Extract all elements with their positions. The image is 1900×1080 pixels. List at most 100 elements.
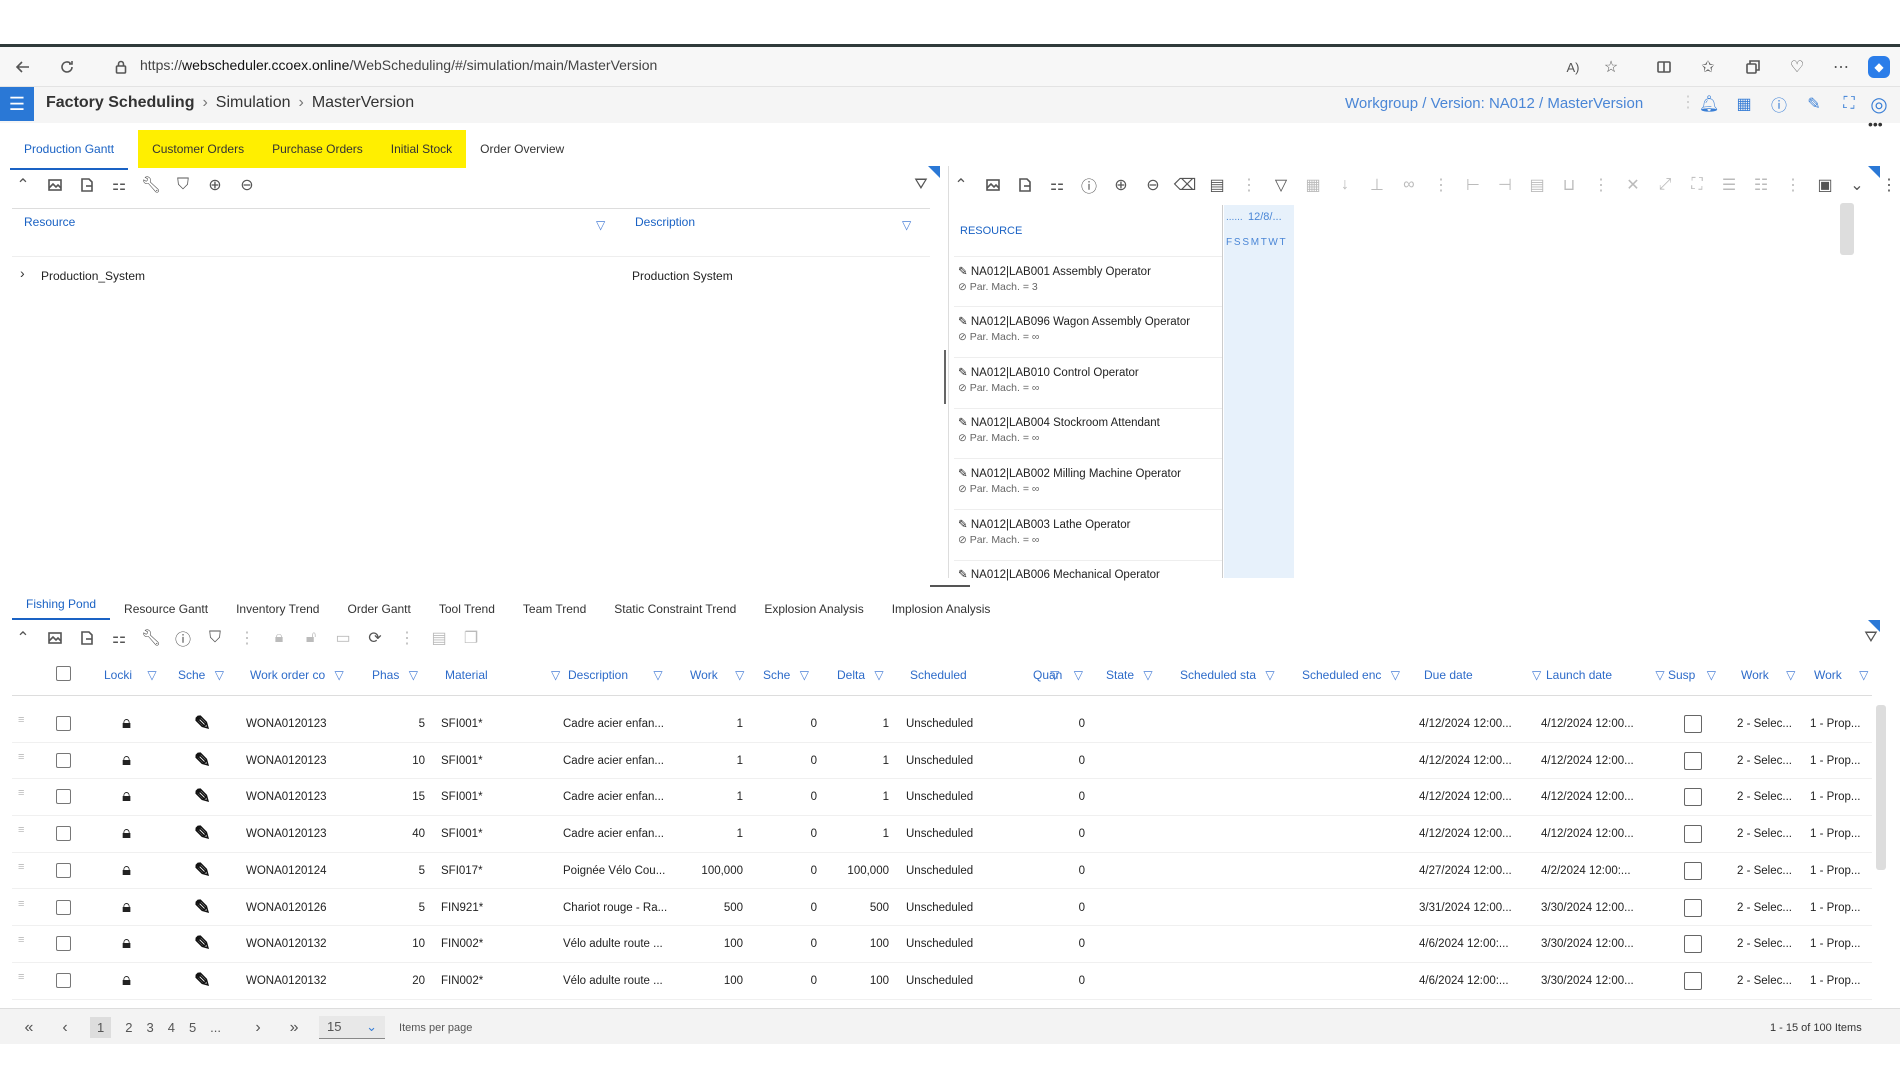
bell-icon[interactable]: 🔔︎ <box>1698 93 1720 115</box>
split-screen-icon[interactable] <box>1653 56 1675 78</box>
image-export-icon[interactable] <box>44 627 66 649</box>
page-2[interactable]: 2 <box>125 1020 132 1035</box>
tab-tool-trend[interactable]: Tool Trend <box>425 590 509 628</box>
chevron-right-icon[interactable]: › <box>20 265 25 281</box>
hierarchy-icon[interactable]: ⚏ <box>108 627 130 649</box>
edit-pencil-icon[interactable]: ✎ <box>194 821 211 846</box>
drag-handle-icon[interactable]: ≡ <box>18 751 24 763</box>
copy-icon[interactable]: ❐ <box>460 627 482 649</box>
suspend-checkbox[interactable] <box>1684 751 1702 770</box>
calendar-icon[interactable]: ▤ <box>428 627 450 649</box>
col-launch-date-header[interactable]: Launch date ▽ <box>1546 668 1665 682</box>
hierarchy-icon[interactable]: ⚏ <box>1046 174 1068 196</box>
tab-inventory-trend[interactable]: Inventory Trend <box>222 590 333 628</box>
gantt-resource-item[interactable]: ✎ NA012|LAB096 Wagon Assembly Operator <box>958 314 1190 328</box>
col-phase-header[interactable]: Phas ▽ <box>372 668 418 682</box>
wrench-icon[interactable]: 🔧︎ <box>140 174 162 196</box>
col-due-date-header[interactable]: Due date ▽ <box>1424 668 1541 682</box>
lock-icon[interactable]: 🔒︎ <box>122 860 131 880</box>
page-3[interactable]: 3 <box>146 1020 153 1035</box>
info-icon[interactable]: ⓘ <box>1078 174 1100 196</box>
refresh-icon[interactable]: ⟳ <box>364 627 386 649</box>
file-export-icon[interactable] <box>76 627 98 649</box>
tab-order-gantt[interactable]: Order Gantt <box>333 590 424 628</box>
filter-list-icon[interactable]: ⛉ <box>172 174 194 196</box>
tab-resource-gantt[interactable]: Resource Gantt <box>110 590 222 628</box>
favorite-star-icon[interactable]: ☆ <box>1600 56 1622 78</box>
select-all-checkbox[interactable] <box>56 666 71 681</box>
refresh-icon[interactable] <box>56 56 78 78</box>
tab-static-constraint-trend[interactable]: Static Constraint Trend <box>600 590 750 628</box>
collapse-icon[interactable]: ⌃ <box>12 174 34 196</box>
breadcrumb-masterversion[interactable]: MasterVersion <box>312 94 414 112</box>
unlock-icon[interactable]: 🔓︎ <box>300 627 322 649</box>
gantt-resource-item[interactable]: ✎ NA012|LAB001 Assembly Operator <box>958 264 1151 278</box>
page-4[interactable]: 4 <box>168 1020 175 1035</box>
filter-icon[interactable]: ▽ <box>596 218 605 232</box>
collections-icon[interactable] <box>1742 56 1764 78</box>
col-work2-header[interactable]: Work ▽ <box>1741 668 1795 682</box>
expand-icon[interactable]: ⤢ <box>1654 174 1676 196</box>
filter-icon[interactable]: ▽ <box>1270 174 1292 196</box>
gantt-resource-item[interactable]: ✎ NA012|LAB010 Control Operator <box>958 365 1139 379</box>
back-icon[interactable] <box>12 56 34 78</box>
page-ellipsis[interactable]: ... <box>210 1020 221 1035</box>
hierarchy-icon[interactable]: ⚏ <box>108 174 130 196</box>
edit-pencil-icon[interactable]: ✎ <box>194 895 211 920</box>
chevron-down-icon[interactable]: ⌄ <box>1846 174 1868 196</box>
layout-icon[interactable]: ▣ <box>1814 174 1836 196</box>
lock-icon[interactable]: 🔒︎ <box>268 627 290 649</box>
fit-icon[interactable]: ⛶ <box>1686 174 1708 196</box>
suspend-checkbox[interactable] <box>1684 788 1702 807</box>
image-export-icon[interactable] <box>44 174 66 196</box>
suspend-checkbox[interactable] <box>1684 715 1702 733</box>
lock-icon[interactable]: 🔒︎ <box>122 750 131 770</box>
drag-handle-icon[interactable]: ≡ <box>18 787 24 799</box>
favorites-icon[interactable]: ✩ <box>1697 56 1719 78</box>
copilot-icon[interactable]: ◆ <box>1868 56 1890 78</box>
info-icon[interactable]: ⓘ <box>172 627 194 649</box>
drag-handle-icon[interactable]: ≡ <box>18 934 24 946</box>
edit-pencil-icon[interactable]: ✎ <box>194 931 211 956</box>
drag-handle-icon[interactable]: ≡ <box>18 824 24 836</box>
expand-all-icon[interactable]: ⊕ <box>204 174 226 196</box>
edit-icon[interactable]: ✎ <box>1803 93 1825 115</box>
suspend-checkbox[interactable] <box>1684 935 1702 954</box>
tab-production-gantt[interactable]: Production Gantt <box>10 130 129 170</box>
first-page-icon[interactable]: « <box>18 1017 40 1039</box>
row-checkbox[interactable] <box>56 789 71 805</box>
edit-pencil-icon[interactable]: ✎ <box>194 784 211 809</box>
wrench-icon[interactable]: 🔧︎ <box>140 627 162 649</box>
edit-pencil-icon[interactable]: ✎ <box>194 711 211 736</box>
align-icon[interactable]: ⊢ <box>1462 174 1484 196</box>
arrow-down-icon[interactable]: ↓ <box>1334 174 1356 196</box>
row-checkbox[interactable] <box>56 862 71 878</box>
extensions-icon[interactable]: ♡ <box>1786 56 1808 78</box>
file-export-icon[interactable] <box>1014 174 1036 196</box>
calendar-icon[interactable]: ▤ <box>1206 174 1228 196</box>
clipboard-icon[interactable]: ▭ <box>332 627 354 649</box>
calendar-add-icon[interactable]: ▦ <box>1302 174 1324 196</box>
chart-icon[interactable]: ⊣ <box>1494 174 1516 196</box>
gantt-resource-item[interactable]: ✎ NA012|LAB006 Mechanical Operator <box>958 567 1160 581</box>
drag-handle-icon[interactable]: ≡ <box>18 714 24 726</box>
cart-icon[interactable]: ⊔ <box>1558 174 1580 196</box>
col-sched-end-header[interactable]: Scheduled enc ▽ <box>1302 668 1400 682</box>
suspend-checkbox[interactable] <box>1684 898 1702 917</box>
file-export-icon[interactable] <box>76 174 98 196</box>
tree-row-name[interactable]: Production_System <box>41 269 145 283</box>
row-checkbox[interactable] <box>56 716 71 731</box>
zoom-in-icon[interactable]: ⊕ <box>1110 174 1132 196</box>
col-sched-start-header[interactable]: Scheduled sta ▽ <box>1180 668 1275 682</box>
col-delta-header[interactable]: Delta ▽ <box>837 668 884 682</box>
image-export-icon[interactable] <box>982 174 1004 196</box>
col-quan-header[interactable]: Quan ▽ <box>1033 668 1083 682</box>
col-material-header[interactable]: Material ▽ <box>445 668 560 682</box>
link-icon[interactable]: ∞ <box>1398 174 1420 196</box>
horizontal-splitter[interactable] <box>930 585 970 587</box>
edit-pencil-icon[interactable]: ✎ <box>194 748 211 773</box>
col-work-header[interactable]: Work ▽ <box>690 668 744 682</box>
page-1[interactable]: 1 <box>90 1017 112 1038</box>
lock-icon[interactable]: 🔒︎ <box>122 713 131 733</box>
info-icon[interactable]: ⓘ <box>1768 93 1790 115</box>
